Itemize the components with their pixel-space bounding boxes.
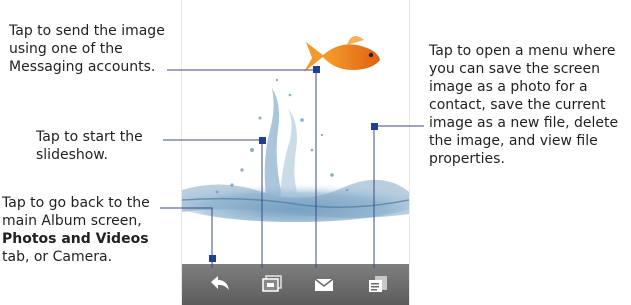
callout-back-text: Tap to go back to the main Album screen, <box>2 195 150 229</box>
phone-screen <box>181 0 410 305</box>
callout-send-message: Tap to send the image using one of the M… <box>9 22 169 76</box>
envelope-icon <box>314 278 334 291</box>
menu-button[interactable] <box>354 264 400 305</box>
photo-image <box>182 0 409 264</box>
callout-back-suffix-text: tab, or Camera. <box>2 249 113 265</box>
send-button[interactable] <box>300 264 346 305</box>
callout-slideshow: Tap to start the slideshow. <box>36 128 166 164</box>
slideshow-icon <box>262 275 282 292</box>
image-toolbar <box>182 264 409 305</box>
callout-send-text: Tap to send the image using one of the M… <box>9 23 165 75</box>
callout-menu-text: Tap to open a menu where you can save th… <box>429 43 619 167</box>
callout-back: Tap to go back to the main Album screen,… <box>2 194 162 266</box>
callout-menu: Tap to open a menu where you can save th… <box>429 42 629 168</box>
callout-back-bold-text: Photos and Videos <box>2 231 149 247</box>
back-button[interactable] <box>196 264 242 305</box>
menu-icon <box>369 276 387 292</box>
slideshow-button[interactable] <box>248 264 294 305</box>
callout-slideshow-text: Tap to start the slideshow. <box>36 129 143 163</box>
back-arrow-icon <box>211 276 229 290</box>
